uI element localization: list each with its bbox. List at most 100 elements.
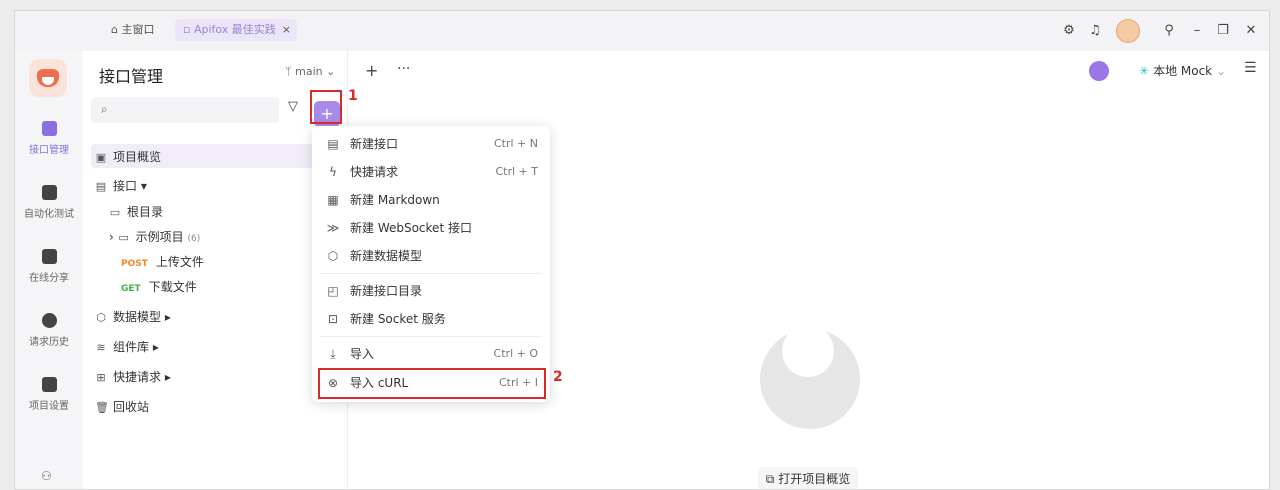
chevron-down-icon: ⌄ [322, 65, 336, 78]
settings-icon[interactable]: ⚙ [1059, 21, 1079, 41]
annotation-box-add [310, 90, 342, 124]
menu-item-new-socket[interactable]: ⊡ 新建 Socket 服务 [312, 305, 550, 333]
rail-item-api[interactable]: 接口管理 [15, 121, 83, 156]
menu-item-label: 新建 Markdown [350, 193, 440, 207]
quick-request-icon: ⊞ [96, 371, 106, 384]
rail-item-share[interactable]: 在线分享 [15, 249, 83, 284]
rail-item-label: 接口管理 [29, 145, 69, 156]
tab-close-icon[interactable]: × [282, 23, 291, 36]
automation-icon [41, 185, 57, 200]
open-overview-label: 打开项目概览 [778, 472, 851, 486]
more-icon[interactable]: ··· [397, 61, 410, 77]
tree-item-interfaces[interactable]: ▤ 接口 ▾ [95, 177, 147, 194]
menu-item-new-model[interactable]: ⬡ 新建数据模型 [312, 242, 550, 270]
branch-selector[interactable]: ᛘ main ⌄ [285, 65, 335, 78]
api-panel: 接口管理 ᛘ main ⌄ ⌕ ▽ + ▣ 项目概览 ▤ 接口 ▾ ▭ 根目录 › ▭… [83, 51, 348, 489]
new-tab-button[interactable]: + [365, 61, 378, 80]
caret-down-icon: ▾ [137, 179, 147, 193]
item-count: (6) [187, 234, 201, 244]
tree-item-models[interactable]: ⬡ 数据模型 ▸ [95, 308, 171, 325]
tab-project[interactable]: ▫ Apifox 最佳实践 × [175, 19, 297, 41]
tab-home-label: 主窗口 [121, 23, 155, 36]
method-badge: GET [121, 284, 141, 294]
menu-item-label: 新建 WebSocket 接口 [350, 221, 472, 235]
annotation-number: 1 [348, 88, 358, 104]
menu-item-label: 快捷请求 [350, 165, 399, 179]
chevron-right-icon: › [109, 230, 118, 244]
cube-icon: ⬡ [96, 311, 106, 324]
overview-icon: ▣ [95, 151, 107, 164]
mock-icon: ✳ [1139, 64, 1150, 78]
menu-item-shortcut: Ctrl + T [495, 165, 538, 178]
tree-item-overview[interactable]: ▣ 项目概览 [95, 148, 161, 165]
annotation-number: 2 [553, 369, 563, 385]
panel-title: 接口管理 [99, 67, 164, 86]
menu-item-label: 新建接口 [350, 137, 399, 151]
filter-icon[interactable]: ▽ [288, 99, 298, 114]
caret-right-icon: ▸ [149, 340, 159, 354]
menu-item-new-folder[interactable]: ◰ 新建接口目录 [312, 277, 550, 305]
menu-item-shortcut: Ctrl + N [493, 137, 538, 150]
tree-item-label: 根目录 [127, 205, 164, 219]
import-icon: ⤓ [330, 347, 336, 361]
tree-item-example[interactable]: › ▭ 示例项目 (6) [109, 228, 200, 245]
menu-divider [320, 273, 542, 274]
rail-item-label: 项目设置 [29, 401, 69, 412]
open-overview-button[interactable]: ⧉ 打开项目概览 [758, 467, 858, 489]
project-settings-icon [41, 377, 57, 392]
socket-icon: ⊡ [327, 312, 339, 326]
restore-icon[interactable]: ❐ [1213, 21, 1233, 41]
menu-item-new-websocket[interactable]: ≫ 新建 WebSocket 接口 [312, 214, 550, 242]
menu-icon[interactable]: ☰ [1244, 60, 1257, 76]
pin-icon[interactable]: ⚲ [1159, 21, 1179, 41]
menu-item-new-markdown[interactable]: ▦ 新建 Markdown [312, 186, 550, 214]
menu-item-shortcut: Ctrl + O [493, 347, 538, 360]
trash-icon: 🗑 [95, 401, 109, 414]
tab-home[interactable]: ⌂ 主窗口 [103, 19, 162, 41]
tree-item-label: 接口 [113, 179, 138, 193]
folder-icon: ▭ [118, 231, 129, 244]
app-logo [29, 59, 67, 97]
share-icon [41, 249, 57, 264]
rail-item-project-settings[interactable]: 项目设置 [15, 377, 83, 412]
tree-item-components[interactable]: ≋ 组件库 ▸ [95, 338, 159, 355]
sync-icon[interactable] [1089, 61, 1109, 81]
search-input[interactable]: ⌕ [91, 97, 279, 123]
rail-item-label: 自动化测试 [24, 209, 74, 220]
rail-item-label: 请求历史 [29, 337, 69, 348]
content-toolbar: + ··· ✳ 本地 Mock ⌄ ☰ [349, 51, 1269, 91]
tree-item-label: 数据模型 [113, 310, 162, 324]
menu-item-import[interactable]: ⤓ 导入 Ctrl + O [312, 340, 550, 368]
markdown-icon: ▦ [327, 193, 339, 207]
menu-divider [320, 336, 542, 337]
minimize-icon[interactable]: – [1187, 21, 1207, 41]
tree-item-label: 回收站 [113, 400, 150, 414]
tree-item-trash[interactable]: 🗑 回收站 [95, 398, 149, 415]
menu-item-label: 导入 [350, 347, 375, 361]
home-icon: ⌂ [111, 23, 122, 36]
rail-item-automation[interactable]: 自动化测试 [15, 185, 83, 220]
websocket-icon: ≫ [326, 221, 340, 235]
tree-item-label: 下载文件 [148, 280, 197, 294]
branch-label: main [295, 65, 323, 78]
tree-item-label: 快捷请求 [113, 370, 162, 384]
tree-item-quick[interactable]: ⊞ 快捷请求 ▸ [95, 368, 171, 385]
avatar[interactable] [1116, 19, 1140, 43]
cube-icon: ⬡ [327, 249, 339, 263]
bell-icon[interactable]: ♫ [1085, 21, 1105, 41]
title-bar: ⌂ 主窗口 ▫ Apifox 最佳实践 × ⚙ ♫ ⚲ – ❐ ✕ [15, 11, 1269, 51]
environment-selector[interactable]: ✳ 本地 Mock ⌄ [1129, 60, 1241, 82]
close-icon[interactable]: ✕ [1241, 21, 1261, 41]
doc-icon: ▫ [183, 23, 194, 36]
menu-item-new-api[interactable]: ▤ 新建接口 Ctrl + N [312, 130, 550, 158]
layers-icon: ≋ [96, 341, 106, 354]
caret-right-icon: ▸ [161, 370, 171, 384]
rail-item-history[interactable]: 请求历史 [15, 313, 83, 348]
tree-item-root[interactable]: ▭ 根目录 [109, 203, 163, 220]
menu-item-quick-request[interactable]: ϟ 快捷请求 Ctrl + T [312, 158, 550, 186]
tree-item-upload[interactable]: POST 上传文件 [121, 253, 204, 270]
user-icon[interactable]: ⚇ [41, 469, 52, 483]
folder-icon: ▭ [109, 206, 121, 219]
tree-item-download[interactable]: GET 下载文件 [121, 278, 197, 295]
chevron-down-icon: ⌄ [1212, 64, 1226, 78]
